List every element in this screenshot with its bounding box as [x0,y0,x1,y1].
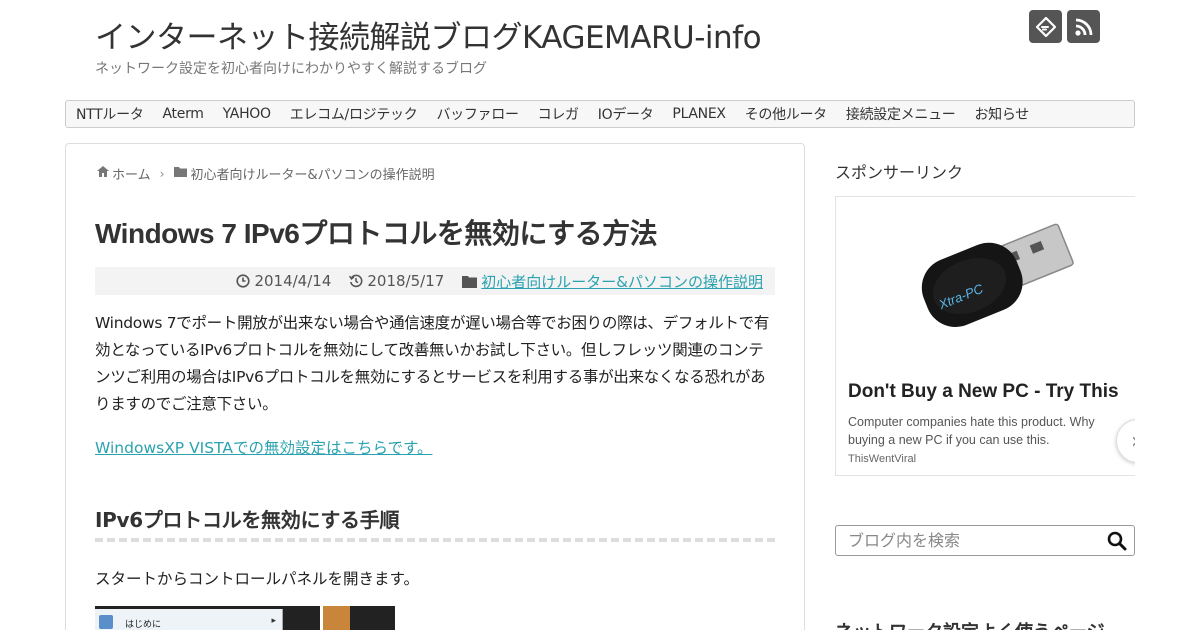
nav-item-connection-menu[interactable]: 接続設定メニュー [846,104,956,124]
rss-icon[interactable] [1067,10,1100,43]
getting-started-icon [99,615,113,629]
nav-item-news[interactable]: お知らせ [974,104,1029,124]
chevron-right-icon[interactable]: › [1116,419,1135,463]
screenshot-user-picture [320,606,350,630]
sponsored-ad[interactable]: Xtra-PC Don't Buy a New PC - Try This Co… [835,196,1135,476]
screenshot-menu-label: はじめに [125,620,162,630]
folder-icon [462,275,478,288]
article-container: ホーム › 初心者向けルーター&パソコンの操作説明 Windows 7 IPv6… [65,143,805,630]
search-input[interactable] [836,526,1101,555]
clock-icon [236,274,251,288]
feedly-icon[interactable] [1029,10,1062,43]
article-title: Windows 7 IPv6プロトコルを無効にする方法 [95,218,658,249]
nav-item-corega[interactable]: コレガ [538,104,579,124]
main-nav: NTTルータ Aterm YAHOO エレコム/ロジテック バッファロー コレガ… [65,100,1135,128]
nav-item-other-routers[interactable]: その他ルータ [745,104,828,124]
nav-item-buffalo[interactable]: バッファロー [436,104,519,124]
step-1-text: スタートからコントロールパネルを開きます。 [95,570,419,588]
search-button[interactable] [1106,530,1128,552]
start-menu-screenshot: はじめに ▸ [95,606,395,630]
breadcrumb-category[interactable]: 初心者向けルーター&パソコンの操作説明 [190,164,434,183]
article-meta: 2014/4/14 2018/5/17 初心者向けルーター&パソコンの操作説明 [95,267,775,295]
screenshot-start-menu: はじめに ▸ [95,609,283,630]
folder-icon [174,166,188,181]
sponsor-heading: スポンサーリンク [835,163,964,182]
nav-item-planex[interactable]: PLANEX [672,106,726,122]
xp-vista-link[interactable]: WindowsXP VISTAでの無効設定はこちらです。 [95,436,432,458]
popular-pages-heading: ネットワーク設定よく使うページ [835,618,1105,630]
article-category: 初心者向けルーター&パソコンの操作説明 [462,271,763,292]
updated-date: 2018/5/17 [349,272,444,290]
published-date-text: 2014/4/14 [254,272,332,290]
nav-item-elecom[interactable]: エレコム/ロジテック [290,104,418,124]
chevron-right-icon: › [159,166,165,181]
ad-source: ThisWentViral [848,453,917,465]
nav-item-yahoo[interactable]: YAHOO [223,106,271,122]
nav-item-iodata[interactable]: IOデータ [598,104,654,124]
nav-item-ntt[interactable]: NTTルータ [76,104,144,124]
intro-paragraph: Windows 7でポート開放が出来ない場合や通信速度が遅い場合等でお困りの際は… [95,314,770,413]
ad-description: Computer companies hate this product. Wh… [848,415,1095,447]
blog-search [835,525,1135,556]
site-tagline: ネットワーク設定を初心者向けにわかりやすく解説するブログ [95,61,487,77]
triangle-right-icon: ▸ [271,616,276,626]
home-icon [97,166,109,181]
social-icons [1029,10,1100,43]
breadcrumb-home[interactable]: ホーム [112,164,151,183]
history-icon [349,274,363,288]
ad-title[interactable]: Don't Buy a New PC - Try This [848,381,1119,403]
nav-item-aterm[interactable]: Aterm [163,106,204,122]
heading-divider [95,538,775,542]
updated-date-text: 2018/5/17 [367,272,445,290]
search-icon [1107,531,1127,551]
site-title[interactable]: インターネット接続解説ブログKAGEMARU-info [95,12,762,57]
section-heading: IPv6プロトコルを無効にする手順 [95,508,400,532]
breadcrumb: ホーム › 初心者向けルーター&パソコンの操作説明 [97,164,435,183]
category-link[interactable]: 初心者向けルーター&パソコンの操作説明 [481,271,763,292]
published-date: 2014/4/14 [236,272,331,290]
usb-drive-image: Xtra-PC [921,223,1074,327]
